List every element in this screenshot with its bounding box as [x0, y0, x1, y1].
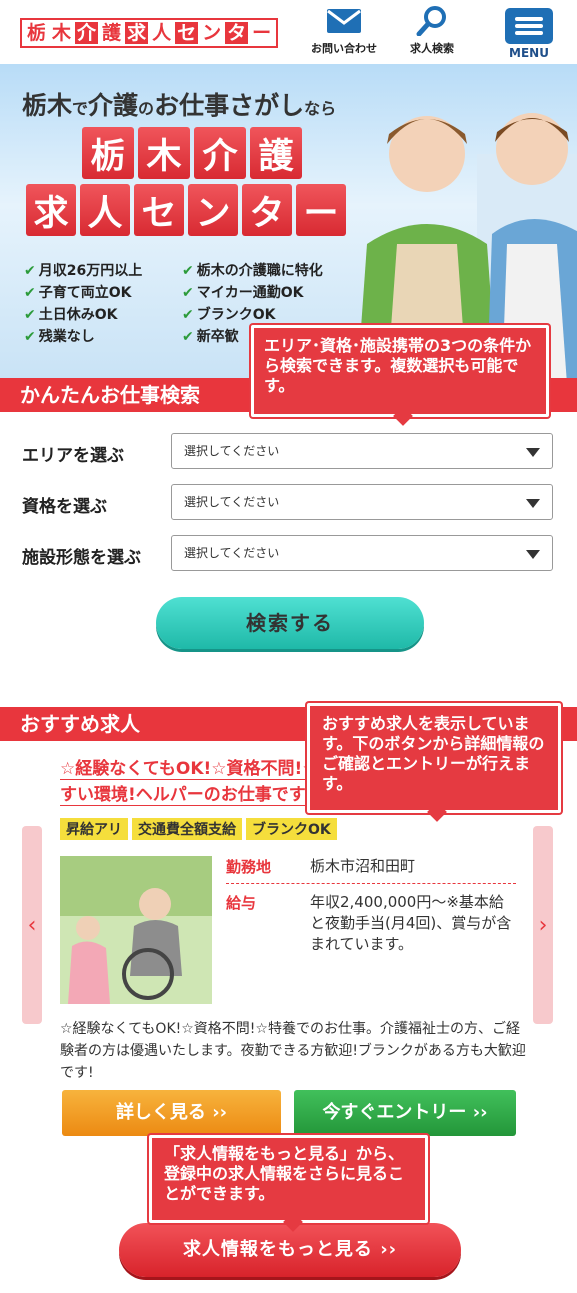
magnifier-icon	[413, 6, 451, 36]
check-icon: ✔	[24, 285, 36, 301]
check-icon: ✔	[182, 307, 194, 323]
chevron-right-icon: ›	[538, 912, 548, 938]
detail-button[interactable]: 詳しく見る ››	[62, 1090, 281, 1136]
search-button[interactable]: 検索する	[156, 597, 424, 649]
salary-key: 給与	[226, 894, 257, 912]
logo-char: 護	[102, 22, 122, 44]
facility-label: 施設形態を選ぶ	[22, 548, 141, 568]
site-logo[interactable]: 栃 木 介 護 求 人 セ ン タ ー	[20, 18, 279, 48]
logo-char: ー	[252, 22, 272, 44]
contact-label: お問い合わせ	[311, 42, 377, 55]
logo-char: 木	[52, 22, 72, 44]
menu-label: MENU	[509, 46, 549, 60]
license-label: 資格を選ぶ	[22, 497, 107, 517]
job-info: 勤務地 栃木市沼和田町 給与 年収2,400,000円～※基本給と夜勤手当(月4…	[226, 856, 516, 955]
check-icon: ✔	[182, 285, 194, 301]
tag-badge: ブランクOK	[246, 818, 337, 840]
facility-row: 施設形態を選ぶ 選択してください	[0, 533, 577, 573]
search-tooltip: エリア･資格･施設携帯の3つの条件から検索できます。複数選択も可能です。	[251, 325, 549, 417]
area-select[interactable]: 選択してください	[171, 433, 553, 469]
area-row: エリアを選ぶ 選択してください	[0, 431, 577, 471]
location-key: 勤務地	[226, 858, 272, 876]
prev-arrow-button[interactable]: ‹	[22, 826, 42, 1024]
job-search-label: 求人検索	[410, 42, 454, 55]
license-select[interactable]: 選択してください	[171, 484, 553, 520]
contact-button[interactable]: お問い合わせ	[311, 6, 377, 56]
job-photo	[60, 856, 212, 1004]
license-row: 資格を選ぶ 選択してください	[0, 482, 577, 522]
feature-item: ✔ 残業なし	[24, 329, 95, 345]
location-value: 栃木市沼和田町	[310, 857, 416, 875]
feature-item: ✔ 月収26万円以上	[24, 263, 143, 279]
menu-button[interactable]: MENU	[505, 6, 553, 60]
job-description: ☆経験なくてもOK!☆資格不問!☆特養でのお仕事。介護福祉士の方、ご経験者の方は…	[60, 1021, 526, 1081]
logo-char: 栃	[27, 22, 47, 44]
more-jobs-button[interactable]: 求人情報をもっと見る ››	[119, 1223, 461, 1277]
caret-down-icon	[526, 550, 540, 559]
tag-badge: 昇給アリ	[60, 818, 128, 840]
check-icon: ✔	[24, 263, 36, 279]
feature-item: ✔ ブランクOK	[182, 307, 276, 323]
job-search-button[interactable]: 求人検索	[410, 6, 454, 56]
entry-button[interactable]: 今すぐエントリー ››	[294, 1090, 516, 1136]
feature-item: ✔ マイカー通勤OK	[182, 285, 304, 301]
hero-tagline: 栃木で介護のお仕事さがしなら	[22, 91, 337, 120]
next-arrow-button[interactable]: ›	[533, 826, 553, 1024]
feature-item: ✔ 栃木の介護職に特化	[182, 263, 323, 279]
logo-char: タ	[225, 22, 249, 44]
logo-char: 求	[125, 22, 149, 44]
logo-char: 人	[152, 22, 172, 44]
tag-badge: 交通費全額支給	[132, 818, 242, 840]
envelope-icon	[325, 6, 363, 36]
caret-down-icon	[526, 448, 540, 457]
feature-item: ✔ 土日休みOK	[24, 307, 118, 323]
logo-char: セ	[175, 22, 199, 44]
check-icon: ✔	[182, 263, 194, 279]
hero-title: 栃木介護 求人センター	[26, 127, 346, 241]
facility-select[interactable]: 選択してください	[171, 535, 553, 571]
chevron-left-icon: ‹	[27, 912, 37, 938]
caret-down-icon	[526, 499, 540, 508]
feature-item: ✔ 子育て両立OK	[24, 285, 132, 301]
logo-char: 介	[75, 22, 99, 44]
area-label: エリアを選ぶ	[22, 446, 124, 466]
check-icon: ✔	[182, 329, 194, 345]
logo-char: ン	[202, 22, 222, 44]
recommend-tooltip: おすすめ求人を表示しています。下のボタンから詳細情報のご確認とエントリーが行えま…	[307, 703, 561, 813]
salary-value: 年収2,400,000円～※基本給と夜勤手当(月4回)、賞与が含まれています。	[310, 893, 512, 953]
check-icon: ✔	[24, 329, 36, 345]
check-icon: ✔	[24, 307, 36, 323]
hamburger-icon	[505, 8, 553, 44]
site-header: 栃 木 介 護 求 人 セ ン タ ー お問い合わせ 求人検索 MENU	[0, 0, 577, 64]
more-tooltip: 「求人情報をもっと見る」から、登録中の求人情報をさらに見ることができます。	[149, 1135, 428, 1223]
job-tags: 昇給アリ 交通費全額支給 ブランクOK	[60, 818, 337, 840]
